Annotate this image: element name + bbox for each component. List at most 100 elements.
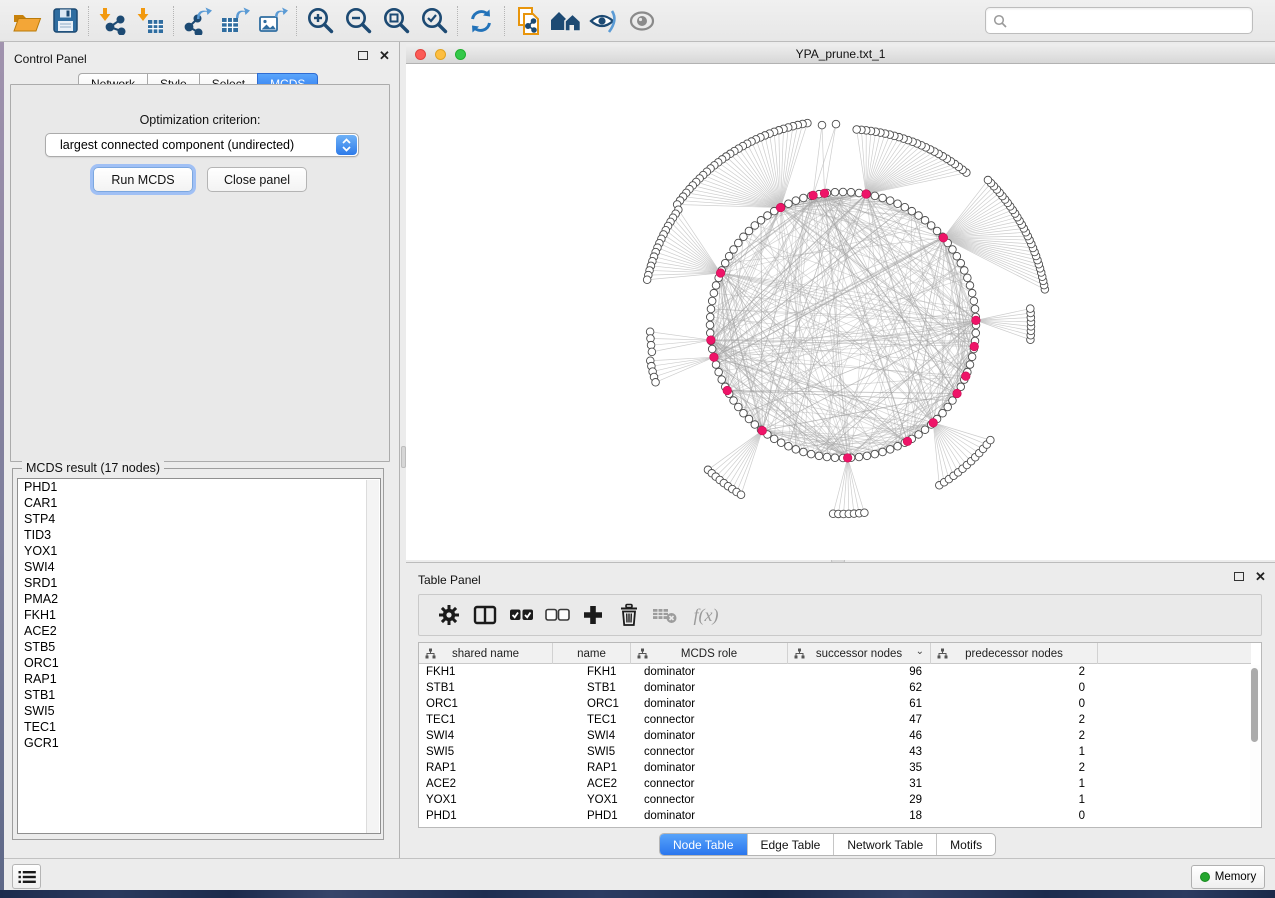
network-node[interactable] (764, 212, 772, 220)
network-node[interactable] (879, 448, 887, 456)
export-image-button[interactable] (254, 3, 292, 39)
close-panel-button[interactable]: Close panel (207, 167, 307, 192)
network-node[interactable] (785, 200, 793, 208)
search-box[interactable] (985, 7, 1253, 34)
mcds-result-item[interactable]: ACE2 (18, 623, 380, 639)
tab-node-table[interactable]: Node Table (660, 834, 748, 855)
network-node[interactable] (863, 452, 871, 460)
refresh-button[interactable] (462, 3, 500, 39)
network-node[interactable] (966, 361, 974, 369)
mcds-result-item[interactable]: SRD1 (18, 575, 380, 591)
network-node[interactable] (939, 409, 947, 417)
network-node[interactable] (927, 222, 935, 230)
network-node[interactable] (831, 454, 839, 462)
network-node[interactable] (712, 361, 720, 369)
network-hub-node[interactable] (820, 189, 829, 198)
network-node[interactable] (901, 203, 909, 211)
network-node[interactable] (886, 197, 894, 205)
mcds-result-item[interactable]: STB1 (18, 687, 380, 703)
mcds-result-item[interactable]: FKH1 (18, 607, 380, 623)
network-graph[interactable] (406, 64, 1275, 560)
table-row[interactable]: FKH1FKH1dominator962 (419, 664, 1251, 680)
network-node[interactable] (740, 409, 748, 417)
column-header-predecessor-nodes[interactable]: predecessor nodes (931, 643, 1098, 664)
network-node[interactable] (853, 126, 861, 134)
network-node[interactable] (818, 121, 826, 129)
network-node[interactable] (735, 403, 743, 411)
column-header-name[interactable]: name (553, 643, 631, 664)
network-node[interactable] (970, 297, 978, 305)
column-header-MCDS-role[interactable]: MCDS role (631, 643, 788, 664)
network-node[interactable] (721, 259, 729, 267)
network-node[interactable] (839, 188, 847, 196)
table-row[interactable]: STB1STB1dominator620 (419, 680, 1251, 696)
window-minimize-button[interactable] (435, 49, 446, 60)
table-row[interactable]: PHD1PHD1dominator180 (419, 808, 1251, 824)
mcds-result-item[interactable]: SWI4 (18, 559, 380, 575)
window-maximize-button[interactable] (455, 49, 466, 60)
select-all-button[interactable] (503, 600, 539, 630)
add-column-button[interactable] (575, 600, 611, 630)
network-node[interactable] (643, 276, 651, 284)
network-node[interactable] (964, 274, 972, 282)
float-window-icon[interactable] (1234, 572, 1244, 581)
network-node[interactable] (949, 397, 957, 405)
network-node[interactable] (706, 321, 714, 329)
network-node[interactable] (915, 212, 923, 220)
network-node[interactable] (933, 227, 941, 235)
network-node[interactable] (966, 282, 974, 290)
network-hub-node[interactable] (716, 269, 725, 278)
network-node[interactable] (730, 397, 738, 405)
zoom-selected-button[interactable] (415, 3, 453, 39)
network-node[interactable] (807, 450, 815, 458)
table-scrollbar[interactable] (1250, 665, 1260, 825)
network-node[interactable] (737, 491, 745, 499)
mcds-result-item[interactable]: TID3 (18, 527, 380, 543)
network-node[interactable] (648, 348, 656, 356)
network-node[interactable] (815, 452, 823, 460)
network-node[interactable] (944, 403, 952, 411)
network-node[interactable] (708, 297, 716, 305)
sort-indicator-icon[interactable]: ⌄ (916, 646, 924, 657)
network-node[interactable] (879, 194, 887, 202)
float-window-icon[interactable] (358, 51, 368, 60)
network-hub-node[interactable] (862, 190, 871, 199)
network-hub-node[interactable] (809, 191, 818, 200)
network-node[interactable] (718, 376, 726, 384)
network-node[interactable] (957, 259, 965, 267)
network-node[interactable] (800, 194, 808, 202)
network-node[interactable] (706, 313, 714, 321)
network-node[interactable] (984, 176, 992, 184)
mcds-result-item[interactable]: PHD1 (18, 479, 380, 495)
network-node[interactable] (708, 345, 716, 353)
network-node[interactable] (792, 446, 800, 454)
column-view-button[interactable] (467, 600, 503, 630)
network-node[interactable] (886, 446, 894, 454)
network-node[interactable] (832, 120, 840, 128)
export-network-button[interactable] (178, 3, 216, 39)
tab-motifs[interactable]: Motifs (937, 834, 995, 855)
network-node[interactable] (921, 426, 929, 434)
network-node[interactable] (715, 368, 723, 376)
search-input[interactable] (1007, 11, 1252, 31)
network-node[interactable] (730, 246, 738, 254)
network-node[interactable] (968, 353, 976, 361)
network-node[interactable] (770, 435, 778, 443)
network-window-titlebar[interactable]: YPA_prune.txt_1 (406, 44, 1275, 64)
mcds-result-list[interactable]: PHD1CAR1STP4TID3YOX1SWI4SRD1PMA2FKH1ACE2… (17, 478, 381, 834)
network-node[interactable] (960, 267, 968, 275)
table-scrollbar-thumb[interactable] (1251, 668, 1258, 742)
mcds-result-item[interactable]: CAR1 (18, 495, 380, 511)
mcds-result-item[interactable]: YOX1 (18, 543, 380, 559)
window-close-button[interactable] (415, 49, 426, 60)
network-node[interactable] (745, 415, 753, 423)
network-node[interactable] (751, 222, 759, 230)
hide-graphics-details-button[interactable] (585, 3, 623, 39)
network-node[interactable] (735, 239, 743, 247)
network-hub-node[interactable] (843, 454, 852, 463)
criterion-dropdown[interactable]: largest connected component (undirected) (45, 133, 359, 157)
column-header-shared-name[interactable]: shared name (419, 643, 553, 664)
table-row[interactable]: ORC1ORC1dominator610 (419, 696, 1251, 712)
export-table-button[interactable] (216, 3, 254, 39)
run-mcds-button[interactable]: Run MCDS (93, 167, 193, 192)
